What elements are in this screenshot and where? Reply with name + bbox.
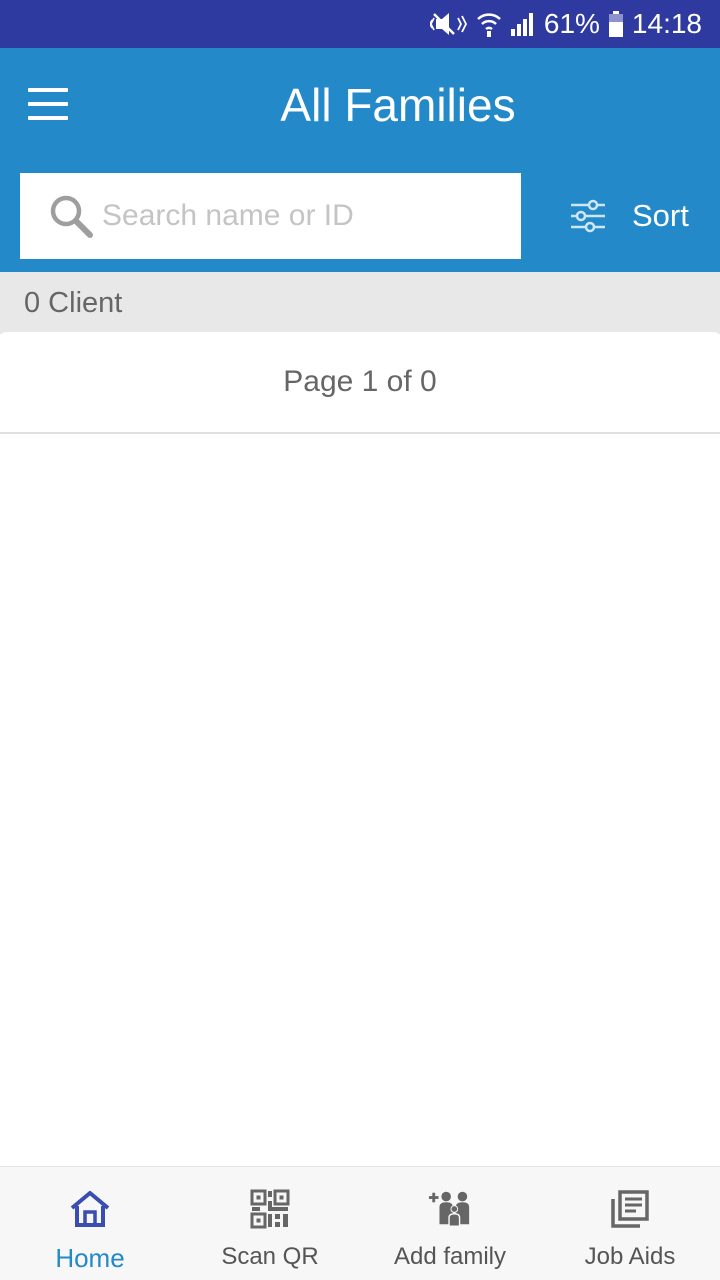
family-list xyxy=(0,434,720,1166)
nav-item-add-family[interactable]: Add family xyxy=(360,1167,540,1280)
client-count: 0 Client xyxy=(0,272,720,334)
search-icon xyxy=(48,193,94,239)
pagination-indicator: Page 1 of 0 xyxy=(0,332,720,434)
status-bar: 61% 14:18 xyxy=(0,0,720,48)
nav-label-scan-qr: Scan QR xyxy=(221,1243,319,1270)
add-family-icon xyxy=(428,1187,472,1231)
sort-button[interactable]: Sort xyxy=(568,173,708,259)
sort-label: Sort xyxy=(632,198,689,233)
home-icon xyxy=(68,1187,112,1231)
qr-code-icon xyxy=(248,1187,292,1231)
signal-icon xyxy=(510,11,536,37)
nav-label-add-family: Add family xyxy=(393,1243,507,1270)
page-title: All Families xyxy=(280,79,516,131)
nav-label-job-aids: Job Aids xyxy=(584,1243,676,1270)
nav-item-scan-qr[interactable]: Scan QR xyxy=(180,1167,360,1280)
sliders-icon xyxy=(568,196,608,236)
bottom-navigation: Home Scan QR Add family Job Aids xyxy=(0,1166,720,1280)
library-books-icon xyxy=(608,1187,652,1231)
app-bar: All Families Sort xyxy=(0,48,720,272)
mute-vibrate-icon xyxy=(429,10,468,38)
nav-item-job-aids[interactable]: Job Aids xyxy=(540,1167,720,1280)
wifi-icon xyxy=(476,10,502,38)
nav-label-home: Home xyxy=(55,1243,125,1273)
search-input[interactable] xyxy=(102,199,502,233)
battery-percent: 61% xyxy=(543,8,600,39)
nav-item-home[interactable]: Home xyxy=(0,1167,180,1280)
battery-icon xyxy=(608,10,624,38)
clock: 14:18 xyxy=(631,8,702,39)
search-box[interactable] xyxy=(20,173,521,259)
